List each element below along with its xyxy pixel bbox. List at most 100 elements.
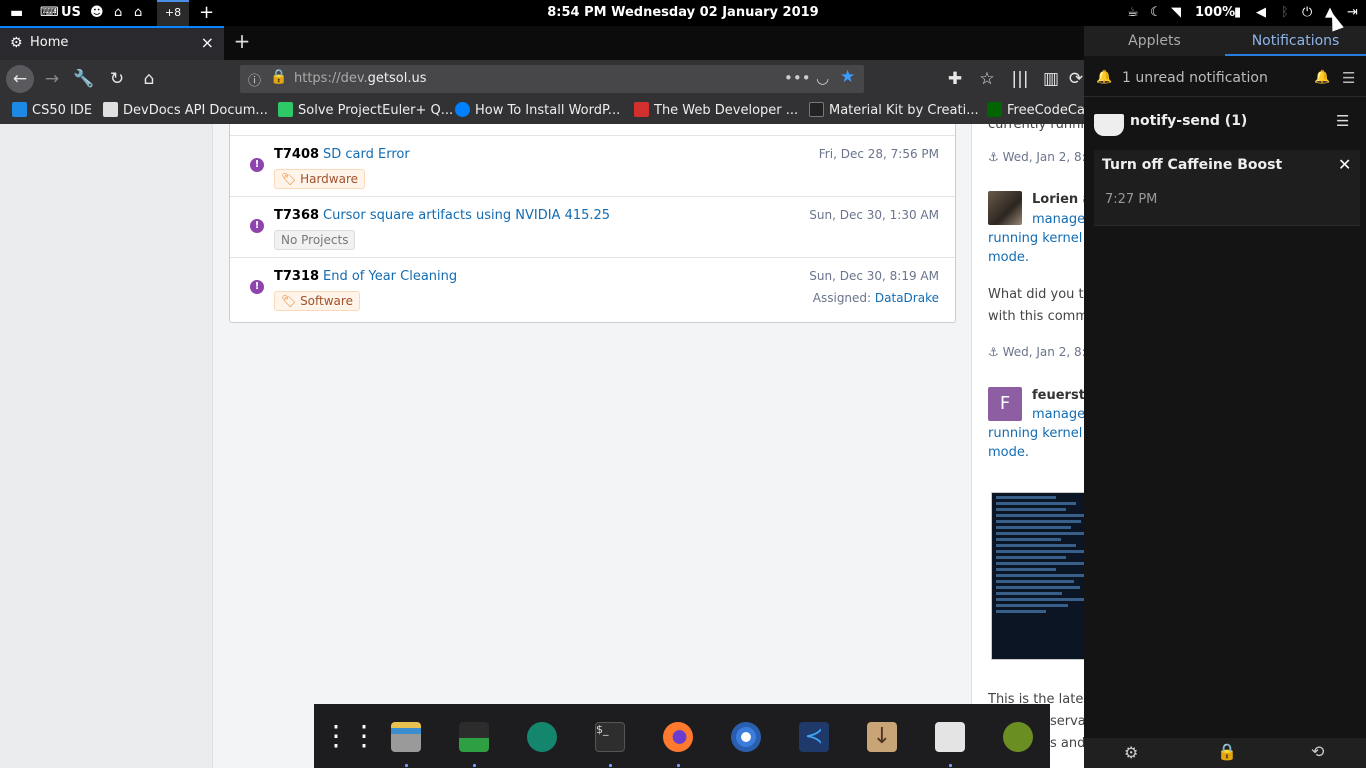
download-icon[interactable]: ↓ [867, 722, 897, 752]
bookmark-item[interactable]: Solve ProjectEuler+ Q... [278, 102, 453, 118]
assignee-link[interactable]: DataDrake [875, 291, 939, 305]
extensions-icon[interactable]: ✚ [941, 65, 969, 93]
feed-link[interactable]: manager [1032, 407, 1084, 422]
document-viewer-icon[interactable] [935, 722, 965, 752]
feed-timestamp[interactable]: ⚓ Wed, Jan 2, 8:4 [988, 150, 1084, 164]
feed-user[interactable]: feuerstei [1032, 388, 1084, 403]
system-monitor-icon[interactable] [459, 722, 489, 752]
left-sidebar [0, 124, 213, 768]
bookmark-label: How To Install WordP... [475, 103, 621, 118]
chromium-icon[interactable] [731, 722, 761, 752]
feed-text: servat [1050, 714, 1084, 729]
bookmark-star-icon[interactable]: ★ [840, 67, 855, 87]
project-tag[interactable]: 🏷 Hardware [274, 169, 365, 189]
gear-icon: ⚙ [10, 35, 23, 51]
feed-link[interactable]: running kernel af [988, 231, 1084, 246]
app-grid-icon[interactable]: ⋮⋮ [322, 722, 378, 752]
pocket-icon[interactable]: ◡ [816, 69, 829, 87]
anchor-icon: ⚓ [988, 150, 999, 164]
project-tag[interactable]: 🏷 Software [274, 291, 360, 311]
power-menu-icon[interactable]: ⟲ [1311, 742, 1324, 761]
timestamp-text: Wed, Jan 2, 8:4 [1002, 150, 1084, 164]
tab-title: Home [30, 35, 69, 50]
divider [1094, 225, 1360, 226]
reading-star-icon[interactable]: ☆ [973, 65, 1001, 93]
bookmark-item[interactable]: How To Install WordP... [455, 102, 620, 118]
feed-link[interactable]: mode. [988, 445, 1029, 460]
tab-home[interactable]: ⚙ Home × [0, 26, 224, 60]
info-icon[interactable]: ⓘ [248, 70, 261, 89]
notification-app-group: notify-send (1) [1130, 113, 1248, 129]
bluetooth-icon[interactable]: ᛒ [1281, 0, 1289, 26]
sidebar-icon[interactable]: ▥ [1037, 65, 1065, 93]
bookmark-label: The Web Developer ... [654, 103, 799, 118]
avatar[interactable]: F [988, 387, 1022, 421]
bookmark-item[interactable]: DevDocs API Docum... [103, 102, 268, 118]
terminal-icon[interactable]: $_ [595, 722, 625, 752]
bookmark-item[interactable]: Material Kit by Creati... [809, 102, 979, 118]
logout-icon[interactable]: ⇥ [1347, 0, 1358, 26]
bookmark-item[interactable]: FreeCodeCa [987, 102, 1085, 118]
task-row[interactable]: ! T7368 Cursor square artifacts using NV… [230, 196, 955, 258]
bookmark-item[interactable]: CS50 IDE [12, 102, 92, 118]
avatar[interactable] [988, 191, 1022, 225]
bookmark-favicon-icon [634, 102, 649, 117]
dismiss-notification-icon[interactable]: ✕ [1338, 155, 1351, 174]
feed-text: currently running [988, 124, 1084, 132]
feed-user[interactable]: Lorien ad [1032, 192, 1084, 207]
feed-text: with this comma [988, 309, 1084, 324]
bookmark-favicon-icon [455, 102, 470, 117]
bookmark-item[interactable]: The Web Developer ... [634, 102, 798, 118]
notification-card[interactable]: Turn off Caffeine Boost ✕ 7:27 PM [1094, 150, 1360, 226]
feed-link[interactable]: running kernel af [988, 426, 1084, 441]
feed-link[interactable]: mode. [988, 250, 1029, 265]
more-actions-icon[interactable]: ••• [784, 69, 811, 87]
library-icon[interactable]: ||| [1006, 65, 1034, 93]
tag-icon: 🏷 [281, 294, 297, 308]
task-link[interactable]: Cursor square artifacts using NVIDIA 415… [323, 208, 610, 223]
task-link[interactable]: SD card Error [323, 147, 410, 162]
power-icon[interactable]: ⏻ [1302, 0, 1312, 26]
do-not-disturb-icon[interactable]: 🔔 [1314, 70, 1330, 85]
forward-button[interactable]: → [38, 65, 66, 93]
home-button[interactable]: ⌂ [135, 65, 163, 93]
lock-screen-icon[interactable]: 🔒 [1217, 742, 1237, 761]
firefox-icon[interactable] [663, 722, 693, 752]
notification-title: Turn off Caffeine Boost [1102, 157, 1283, 173]
battery-percent[interactable]: 100% [1195, 0, 1235, 26]
clear-all-icon[interactable]: ☰ [1342, 69, 1355, 87]
feed-timestamp[interactable]: ⚓ Wed, Jan 2, 8:3 [988, 345, 1084, 359]
tab-notifications[interactable]: Notifications [1225, 26, 1366, 56]
volume-icon[interactable]: ◀ [1256, 0, 1266, 26]
vscode-icon[interactable]: ≺ [799, 722, 829, 752]
task-row[interactable]: ! T7408 SD card Error Fri, Dec 28, 7:56 … [230, 135, 955, 197]
wrench-icon[interactable]: 🔧 [70, 65, 98, 93]
back-button[interactable]: ← [6, 65, 34, 93]
settings-icon[interactable]: ⚙ [1124, 743, 1138, 762]
file-manager-icon[interactable] [391, 722, 421, 752]
bookmark-favicon-icon [809, 102, 824, 117]
sync-icon[interactable]: ⟳ [1068, 65, 1084, 93]
group-clear-icon[interactable]: ☰ [1336, 112, 1349, 130]
tab-applets[interactable]: Applets [1084, 26, 1225, 56]
feed-link[interactable]: manager [1032, 212, 1084, 227]
task-row[interactable]: ! T7318 End of Year Cleaning Sun, Dec 30… [230, 257, 955, 319]
url-domain: getsol.us [367, 71, 427, 86]
wifi-icon[interactable]: ◥ [1171, 0, 1181, 26]
screenshot-thumbnail[interactable] [991, 492, 1084, 660]
close-tab-icon[interactable]: × [201, 33, 214, 52]
running-indicator [677, 764, 680, 767]
task-link[interactable]: End of Year Cleaning [323, 269, 457, 284]
url-bar[interactable]: ⓘ 🔒 https://dev.getsol.us ••• ◡ ★ [240, 65, 864, 93]
night-light-icon[interactable]: ☾ [1150, 0, 1162, 26]
assigned-label: Assigned: [812, 291, 872, 305]
software-center-icon[interactable] [527, 722, 557, 752]
caffeine-icon[interactable]: ☕ [1127, 0, 1139, 26]
clock-app-icon[interactable] [1003, 722, 1033, 752]
notification-header: 🔔 1 unread notification 🔔 ☰ [1084, 66, 1366, 92]
reload-button[interactable]: ↻ [103, 65, 131, 93]
url-text[interactable]: https://dev.getsol.us [294, 71, 427, 86]
battery-icon[interactable]: ▮ [1234, 0, 1241, 26]
new-tab-button[interactable]: + [230, 29, 254, 55]
lock-icon[interactable]: 🔒 [270, 69, 287, 85]
